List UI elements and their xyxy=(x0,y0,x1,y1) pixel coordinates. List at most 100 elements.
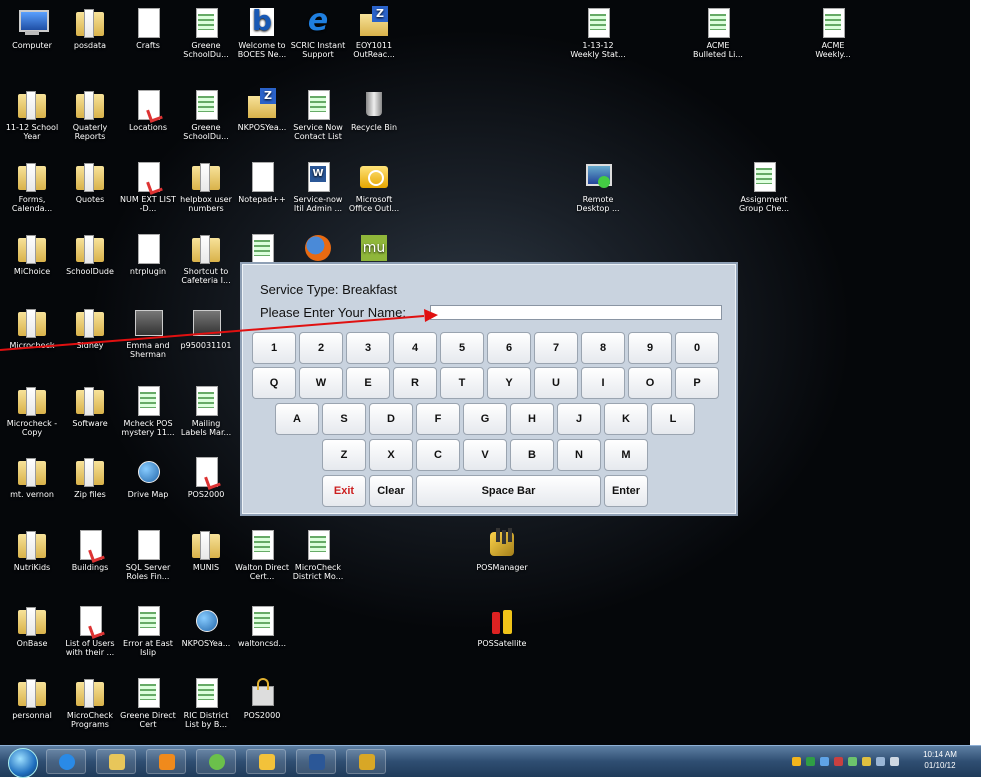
key-e[interactable]: E xyxy=(346,367,390,399)
desktop-icon-sql-server-roles[interactable]: SQL Server Roles Fin... xyxy=(120,528,176,581)
start-button[interactable] xyxy=(8,748,38,778)
desktop-icon-walton[interactable]: Walton Direct Cert... xyxy=(234,528,290,581)
desktop-icon-service-now-contact[interactable]: Service Now Contact List xyxy=(290,88,346,141)
tray-icon-6[interactable] xyxy=(862,757,871,766)
desktop-icon-forms[interactable]: Forms, Calenda... xyxy=(4,160,60,213)
desktop-icon-remote-desktop[interactable]: Remote Desktop ... xyxy=(570,160,626,213)
desktop-icon-munis[interactable]: MUNIS xyxy=(178,528,234,572)
desktop-icon-helpbox[interactable]: helpbox user numbers xyxy=(178,160,234,213)
desktop-icon-schooldude[interactable]: SchoolDude xyxy=(62,232,118,276)
desktop-icon-microcheck-copy[interactable]: Microcheck - Copy xyxy=(4,384,60,437)
desktop-icon-waltoncsd[interactable]: waltoncsd... xyxy=(234,604,290,648)
tray-icon-4[interactable] xyxy=(834,757,843,766)
taskbar-word[interactable] xyxy=(296,749,336,774)
key-c[interactable]: C xyxy=(416,439,460,471)
desktop-icon-software[interactable]: Software xyxy=(62,384,118,428)
key-5[interactable]: 5 xyxy=(440,332,484,364)
key-3[interactable]: 3 xyxy=(346,332,390,364)
desktop-icon-nkposyea[interactable]: NKPOSYea... xyxy=(234,88,290,132)
taskbar-internet-explorer[interactable] xyxy=(46,749,86,774)
key-7[interactable]: 7 xyxy=(534,332,578,364)
key-s[interactable]: S xyxy=(322,403,366,435)
desktop-icon-ntrplugin[interactable]: ntrplugin xyxy=(120,232,176,276)
key-r[interactable]: R xyxy=(393,367,437,399)
desktop-icon-greene-schooldu-1[interactable]: Greene SchoolDu... xyxy=(178,6,234,59)
clock[interactable]: 10:14 AM 01/10/12 xyxy=(905,749,975,771)
desktop-icon-mcheck-pos[interactable]: Mcheck POS mystery 11... xyxy=(120,384,176,437)
key-h[interactable]: H xyxy=(510,403,554,435)
desktop-icon-num-ext-list[interactable]: NUM EXT LIST -D... xyxy=(120,160,176,213)
desktop-icon-posmanager[interactable]: POSManager xyxy=(462,528,542,572)
desktop-icon-quaterly-reports[interactable]: Quaterly Reports xyxy=(62,88,118,141)
desktop-icon-nutrikids[interactable]: NutriKids xyxy=(4,528,60,572)
desktop-icon-onbase[interactable]: OnBase xyxy=(4,604,60,648)
desktop-icon-microcheck-district[interactable]: MicroCheck District Mo... xyxy=(290,528,346,581)
taskbar-folder-explorer[interactable] xyxy=(96,749,136,774)
desktop-icon-microcheck[interactable]: Microcheck xyxy=(4,306,60,350)
desktop-icon-notepad[interactable]: Notepad++ xyxy=(234,160,290,204)
key-z[interactable]: Z xyxy=(322,439,366,471)
desktop-icon-pos2000-doc[interactable]: POS2000 xyxy=(178,455,234,499)
desktop-icon-posdata[interactable]: posdata xyxy=(62,6,118,50)
desktop-icon-greene-direct-cert[interactable]: Greene Direct Cert xyxy=(120,676,176,729)
taskbar-people[interactable] xyxy=(196,749,236,774)
key-g[interactable]: G xyxy=(463,403,507,435)
key-y[interactable]: Y xyxy=(487,367,531,399)
key-n[interactable]: N xyxy=(557,439,601,471)
key-d[interactable]: D xyxy=(369,403,413,435)
exit-button[interactable]: Exit xyxy=(322,475,366,507)
desktop-icon-personnal[interactable]: personnal xyxy=(4,676,60,720)
key-q[interactable]: Q xyxy=(252,367,296,399)
name-input[interactable] xyxy=(430,305,722,320)
desktop-icon-michoice[interactable]: MiChoice xyxy=(4,232,60,276)
desktop-icon-recycle-bin[interactable]: Recycle Bin xyxy=(346,88,402,132)
desktop-icon-ric-district[interactable]: RIC District List by B... xyxy=(178,676,234,729)
desktop-icon-nkposyea-globe[interactable]: NKPOSYea... xyxy=(178,604,234,648)
key-f[interactable]: F xyxy=(416,403,460,435)
key-4[interactable]: 4 xyxy=(393,332,437,364)
key-o[interactable]: O xyxy=(628,367,672,399)
key-p[interactable]: P xyxy=(675,367,719,399)
key-k[interactable]: K xyxy=(604,403,648,435)
clear-button[interactable]: Clear xyxy=(369,475,413,507)
space-bar-button[interactable]: Space Bar xyxy=(416,475,601,507)
tray-icon-1[interactable] xyxy=(792,757,801,766)
desktop-icon-computer[interactable]: Computer xyxy=(4,6,60,50)
key-9[interactable]: 9 xyxy=(628,332,672,364)
desktop-icon-assignment-group[interactable]: Assignment Group Che... xyxy=(736,160,792,213)
desktop-icon-weekly-stat[interactable]: 1-13-12 Weekly Stat... xyxy=(570,6,626,59)
key-a[interactable]: A xyxy=(275,403,319,435)
key-l[interactable]: L xyxy=(651,403,695,435)
taskbar-outlook-2[interactable] xyxy=(246,749,286,774)
enter-button[interactable]: Enter xyxy=(604,475,648,507)
desktop-icon-list-of-users[interactable]: List of Users with their ... xyxy=(62,604,118,657)
key-t[interactable]: T xyxy=(440,367,484,399)
desktop-icon-service-now-itil[interactable]: Service-now Itil Admin ... xyxy=(290,160,346,213)
key-2[interactable]: 2 xyxy=(299,332,343,364)
key-b[interactable]: B xyxy=(510,439,554,471)
desktop-icon-acme-weekly[interactable]: ACME Weekly... xyxy=(805,6,861,59)
desktop-icon-zip-files[interactable]: Zip files xyxy=(62,455,118,499)
desktop-icon-crafts[interactable]: Crafts xyxy=(120,6,176,50)
desktop-icon-welcome-boces[interactable]: Welcome to BOCES Ne... xyxy=(234,6,290,59)
key-m[interactable]: M xyxy=(604,439,648,471)
desktop-icon-p950031101[interactable]: p950031101 xyxy=(178,306,234,350)
key-6[interactable]: 6 xyxy=(487,332,531,364)
desktop-icon-locations[interactable]: Locations xyxy=(120,88,176,132)
key-j[interactable]: J xyxy=(557,403,601,435)
desktop-icon-emma-and-sherman[interactable]: Emma and Sherman xyxy=(120,306,176,359)
key-i[interactable]: I xyxy=(581,367,625,399)
desktop-icon-shortcut-cafeteria[interactable]: Shortcut to Cafeteria I... xyxy=(178,232,234,285)
key-x[interactable]: X xyxy=(369,439,413,471)
desktop-icon-error-east-islip[interactable]: Error at East Islip xyxy=(120,604,176,657)
key-0[interactable]: 0 xyxy=(675,332,719,364)
desktop-icon-scric-instant-support[interactable]: SCRIC Instant Support xyxy=(290,6,346,59)
desktop-icon-possatellite[interactable]: POSSatellite xyxy=(462,604,542,648)
desktop-icon-drive-map[interactable]: Drive Map xyxy=(120,455,176,499)
tray-icon-3[interactable] xyxy=(820,757,829,766)
desktop-icon-school-year[interactable]: 11-12 School Year xyxy=(4,88,60,141)
key-u[interactable]: U xyxy=(534,367,578,399)
desktop-icon-acme-bulleted[interactable]: ACME Bulleted Li... xyxy=(690,6,746,59)
desktop-icon-outlook[interactable]: Microsoft Office Outl... xyxy=(346,160,402,213)
key-8[interactable]: 8 xyxy=(581,332,625,364)
